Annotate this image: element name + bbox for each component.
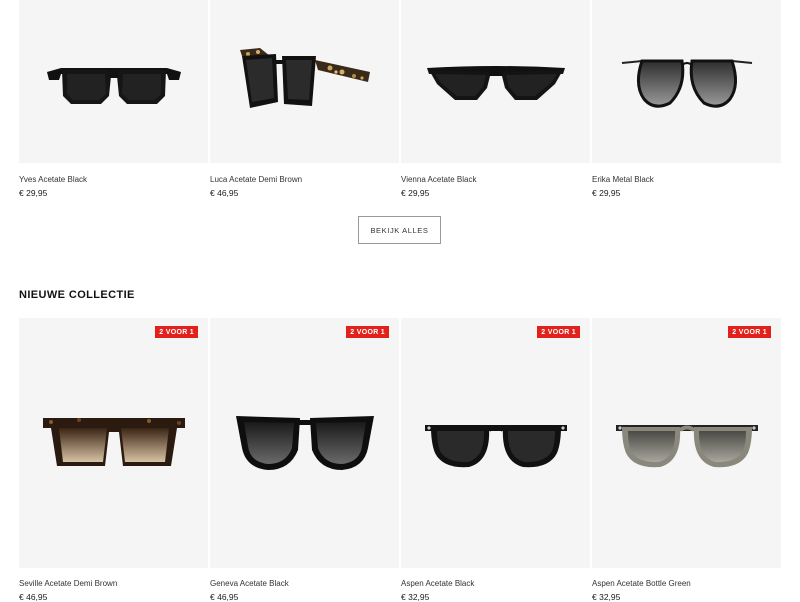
product-price: € 29,95 [592,188,621,198]
product-price: € 46,95 [210,592,239,602]
promo-badge: 2 VOOR 1 [155,326,198,338]
product-card-yves[interactable]: Yves Acetate Black € 29,95 [19,0,208,198]
product-name[interactable]: Aspen Acetate Bottle Green [592,579,781,589]
product-price: € 46,95 [210,188,239,198]
product-image[interactable]: 2 VOOR 1 [401,318,590,568]
view-all-button[interactable]: BEKIJK ALLES [358,216,441,244]
sunglasses-round-metal-black-icon [621,59,752,108]
product-price: € 32,95 [401,592,430,602]
product-card-luca[interactable]: Luca Acetate Demi Brown € 46,95 [210,0,399,198]
product-image[interactable]: 2 VOOR 1 [19,318,208,568]
sunglasses-round-green-icon [615,425,758,468]
section-title-new-collection: NIEUWE COLLECTIE [19,289,135,301]
product-card-seville[interactable]: 2 VOOR 1 Seville Acetate Demi Brown € 46… [19,318,208,602]
promo-badge: 2 VOOR 1 [346,326,389,338]
product-price: € 29,95 [401,188,430,198]
promo-badge: 2 VOOR 1 [728,326,771,338]
promo-badge: 2 VOOR 1 [537,326,580,338]
sunglasses-butterfly-black-icon [235,416,374,470]
sunglasses-rectangular-black-icon [46,67,181,104]
product-card-erika[interactable]: Erika Metal Black € 29,95 [592,0,781,198]
product-name[interactable]: Vienna Acetate Black [401,175,590,185]
product-card-geneva[interactable]: 2 VOOR 1 Geneva Acetate Black € 46,95 [210,318,399,602]
product-card-vienna[interactable]: Vienna Acetate Black € 29,95 [401,0,590,198]
product-name[interactable]: Yves Acetate Black [19,175,208,185]
product-price: € 46,95 [19,592,48,602]
product-name[interactable]: Luca Acetate Demi Brown [210,175,399,185]
product-name[interactable]: Aspen Acetate Black [401,579,590,589]
product-image[interactable]: 2 VOOR 1 [210,318,399,568]
product-name[interactable]: Geneva Acetate Black [210,579,399,589]
product-image[interactable]: 2 VOOR 1 [592,318,781,568]
product-grid-new-collection: 2 VOOR 1 Seville Acetate Demi Brown € 46… [19,318,782,602]
product-name[interactable]: Seville Acetate Demi Brown [19,579,208,589]
product-price: € 29,95 [19,188,48,198]
product-name[interactable]: Erika Metal Black [592,175,781,185]
sunglasses-square-tortoise-black-icon [239,47,370,108]
product-grid-top: Yves Acetate Black € 29,95 Luca Acetate … [19,0,782,198]
sunglasses-square-tortoise-gradient-icon [42,418,185,466]
sunglasses-round-black-icon [424,425,567,468]
product-image[interactable] [210,0,399,163]
product-image[interactable] [401,0,590,163]
product-price: € 32,95 [592,592,621,602]
product-card-aspen-black[interactable]: 2 VOOR 1 Aspen Acetate Black € 32,95 [401,318,590,602]
product-card-aspen-green[interactable]: 2 VOOR 1 Aspen Acetate Bottle Green € 32… [592,318,781,602]
product-image[interactable] [19,0,208,163]
sunglasses-cateye-black-icon [426,65,565,100]
product-image[interactable] [592,0,781,163]
